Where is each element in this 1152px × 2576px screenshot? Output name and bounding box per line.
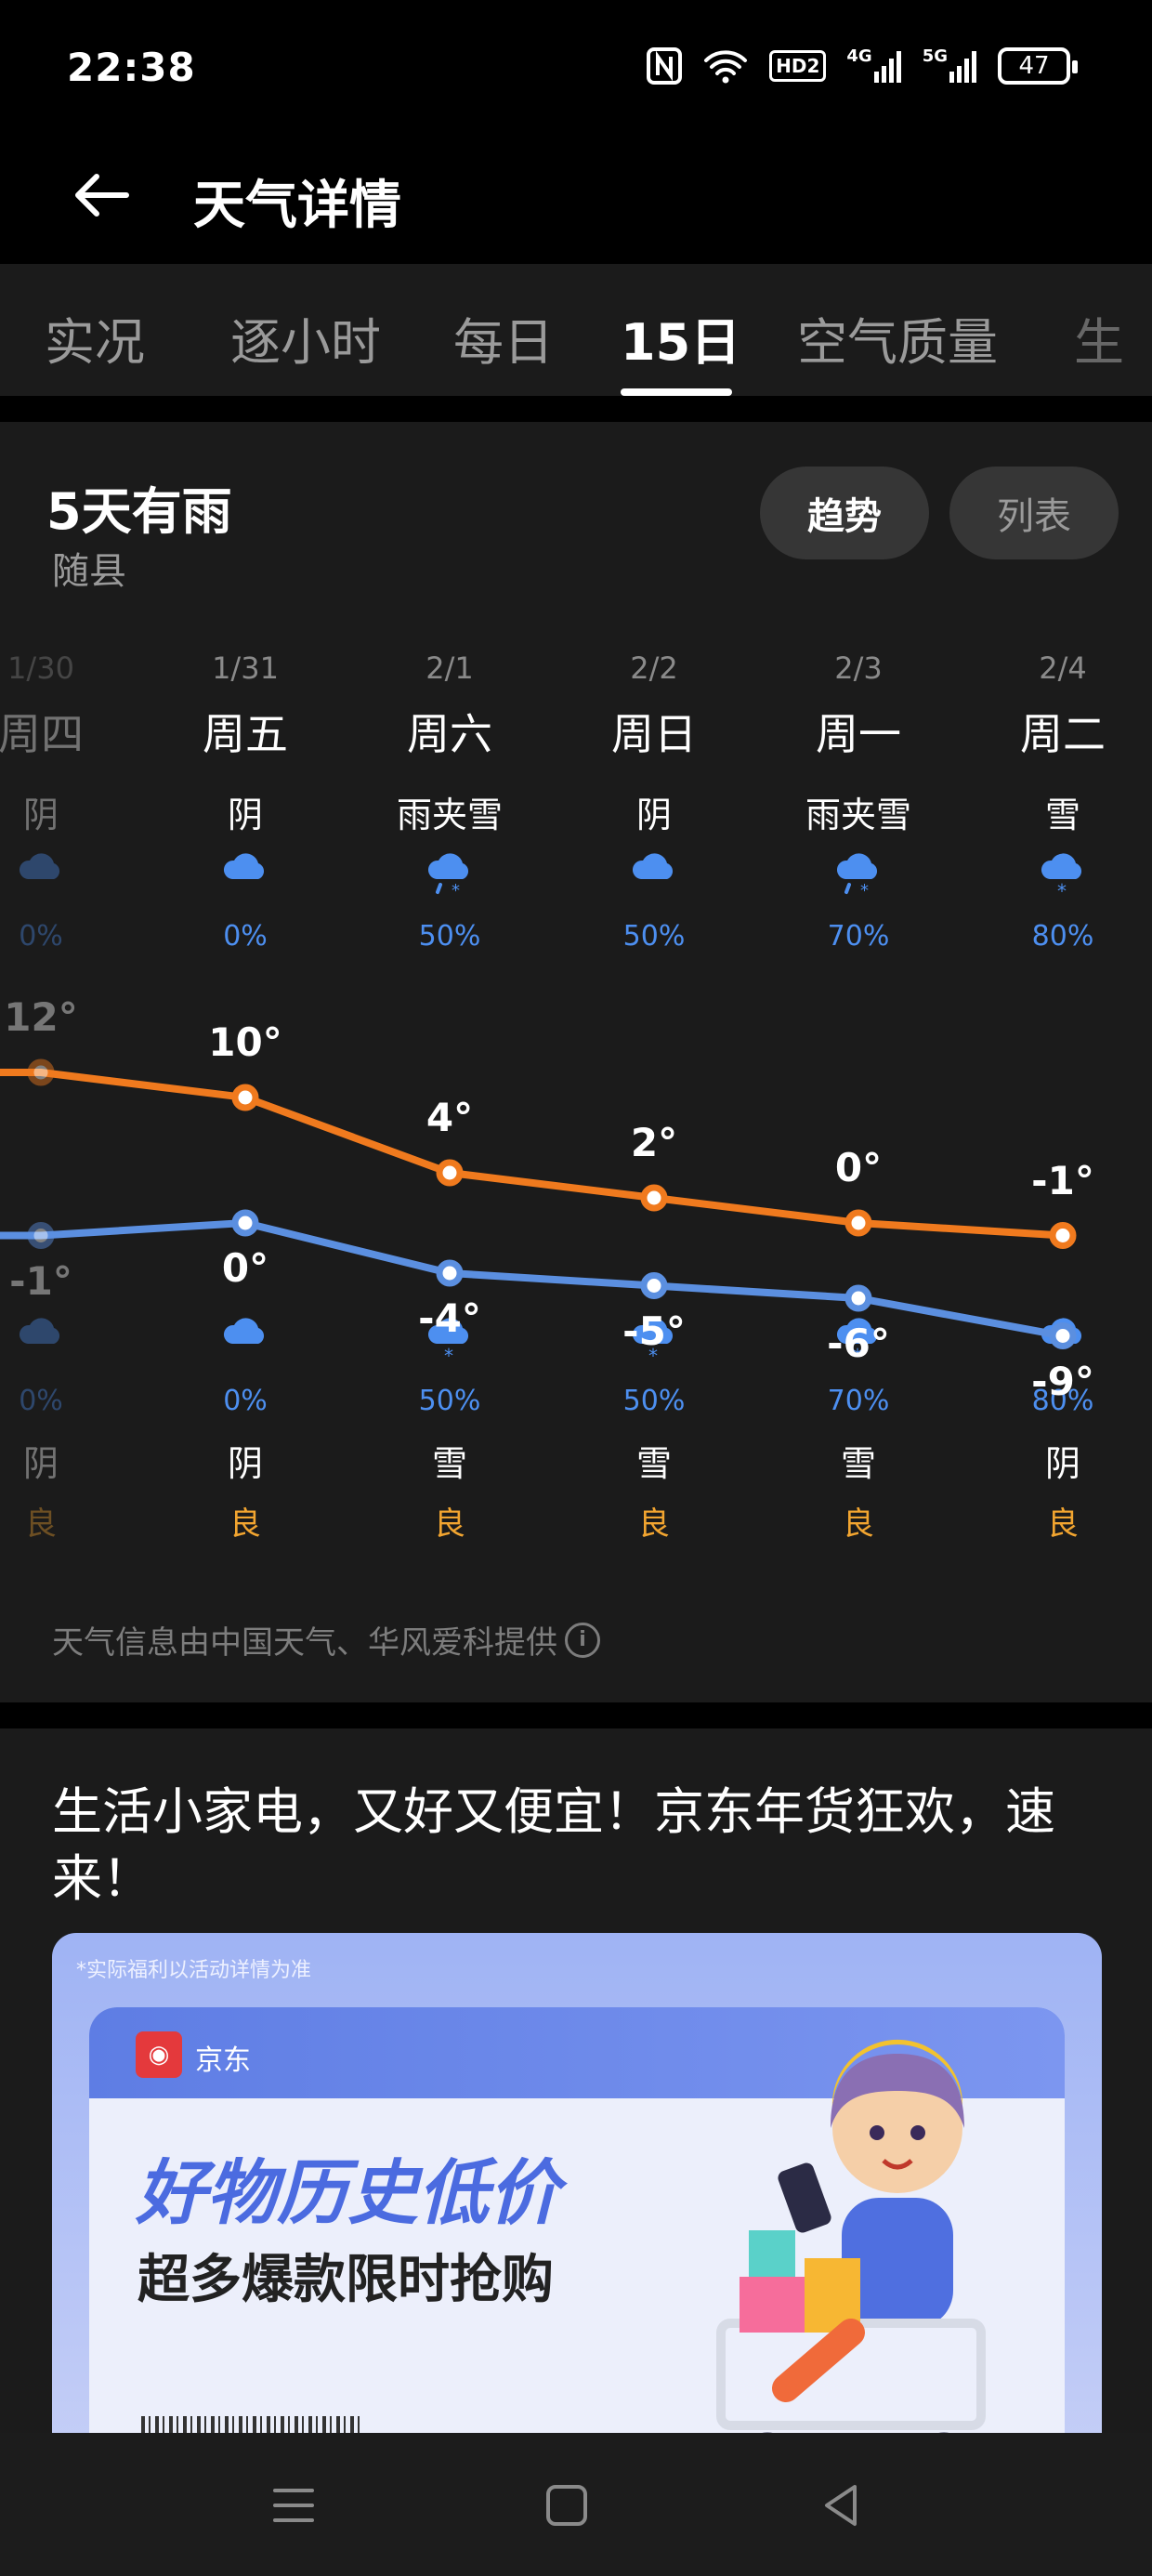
tab-hourly[interactable]: 逐小时 [230,301,381,375]
back-button[interactable] [65,158,139,232]
shopping-girl-illustration [716,2039,986,2453]
high-temp-line-point [640,1184,668,1212]
wifi-icon [702,46,749,85]
battery-icon: 47 [998,47,1078,85]
high-temp-label: 10° [208,1019,282,1065]
ad-banner[interactable]: *实际福利以活动详情为准 ◉ 京东 好物历史低价 超多爆款限时抢购 [52,1933,1102,2453]
ad-note: *实际福利以活动详情为准 [76,1959,312,1982]
arrow-left-icon [75,174,129,217]
ad-title[interactable]: 生活小家电，又好又便宜！京东年货狂欢，速来！ [52,1779,1111,1912]
low-temp-line-point [27,1222,55,1249]
low-temp-label: -4° [418,1295,481,1341]
hd-icon: HD2 [769,50,827,82]
low-temp-line-point [231,1209,259,1237]
high-temp-label: 2° [630,1120,678,1165]
high-temp-label: -1° [1031,1157,1094,1203]
high-temp-line-point [1049,1222,1077,1249]
page-title: 天气详情 [193,176,401,236]
provider-text: 天气信息由中国天气、华风爱科提供 [52,1624,557,1662]
data-provider: 天气信息由中国天气、华风爱科提供 i [52,1617,600,1663]
tab-daily[interactable]: 每日 [453,301,554,375]
tab-15day[interactable]: 15日 [621,301,740,375]
forecast-card: 5天有雨 随县 趋势 列表 1/30 周四阴 0% 0% 阴良 1/31 周五阴 0% 0% 阴良… [0,422,1152,1702]
net2-label: 5G [922,46,948,66]
high-temp-line-point [27,1058,55,1086]
low-temp-line-point [640,1272,668,1299]
tab-bar: 实况 逐小时 每日 15日 空气质量 生 [0,264,1152,396]
low-temp-line-point [436,1259,464,1287]
low-temp-label: -5° [622,1308,686,1354]
signal-5g-icon: 5G [923,46,977,85]
temperature-trend-chart [0,1058,1077,1349]
ad-brand: 京东 [195,2044,251,2077]
ad-card[interactable]: 生活小家电，又好又便宜！京东年货狂欢，速来！ *实际福利以活动详情为准 ◉ 京东… [0,1728,1152,2453]
tab-air-quality[interactable]: 空气质量 [797,301,998,375]
high-temp-line-point [231,1084,259,1111]
home-square-icon[interactable] [539,2477,595,2533]
info-icon[interactable]: i [565,1622,600,1658]
battery-level: 47 [1018,52,1050,80]
high-temp-label: 12° [4,994,78,1040]
low-temp-label: -1° [9,1257,72,1304]
app-header: 天气详情 [0,139,1152,260]
tab-life[interactable]: 生 [1074,301,1124,375]
high-temp-label: 4° [425,1095,474,1140]
high-temp-label: 0° [834,1145,883,1190]
low-temp-line-point [844,1284,872,1312]
ad-subline: 超多爆款限时抢购 [137,2250,554,2310]
jd-logo-icon: ◉ [136,2031,182,2078]
nfc-icon [647,46,683,85]
menu-icon[interactable] [266,2477,321,2533]
low-temp-line-point [1049,1322,1077,1349]
low-temp-line [0,1219,1064,1340]
high-temp-line-point [844,1209,872,1237]
high-temp-line-point [436,1159,464,1187]
net1-label: 4G [846,46,872,66]
tab-live[interactable]: 实况 [45,301,145,375]
ad-coupon: ◉ 京东 好物历史低价 超多爆款限时抢购 [89,2007,1065,2453]
low-temp-label: -9° [1031,1358,1094,1404]
low-temp-label: 0° [221,1245,269,1291]
low-temp-label: -6° [827,1321,890,1366]
back-triangle-icon[interactable] [814,2477,870,2533]
signal-4g-icon: 4G [846,46,901,85]
status-bar: 22:38 HD2 4G 5G 47 [0,0,1152,139]
status-time: 22:38 [67,45,196,90]
system-nav-bar [0,2433,1152,2576]
active-tab-indicator [621,388,732,396]
status-icons: HD2 4G 5G 47 [647,46,1078,85]
ad-headline: 好物历史低价 [136,2151,559,2234]
